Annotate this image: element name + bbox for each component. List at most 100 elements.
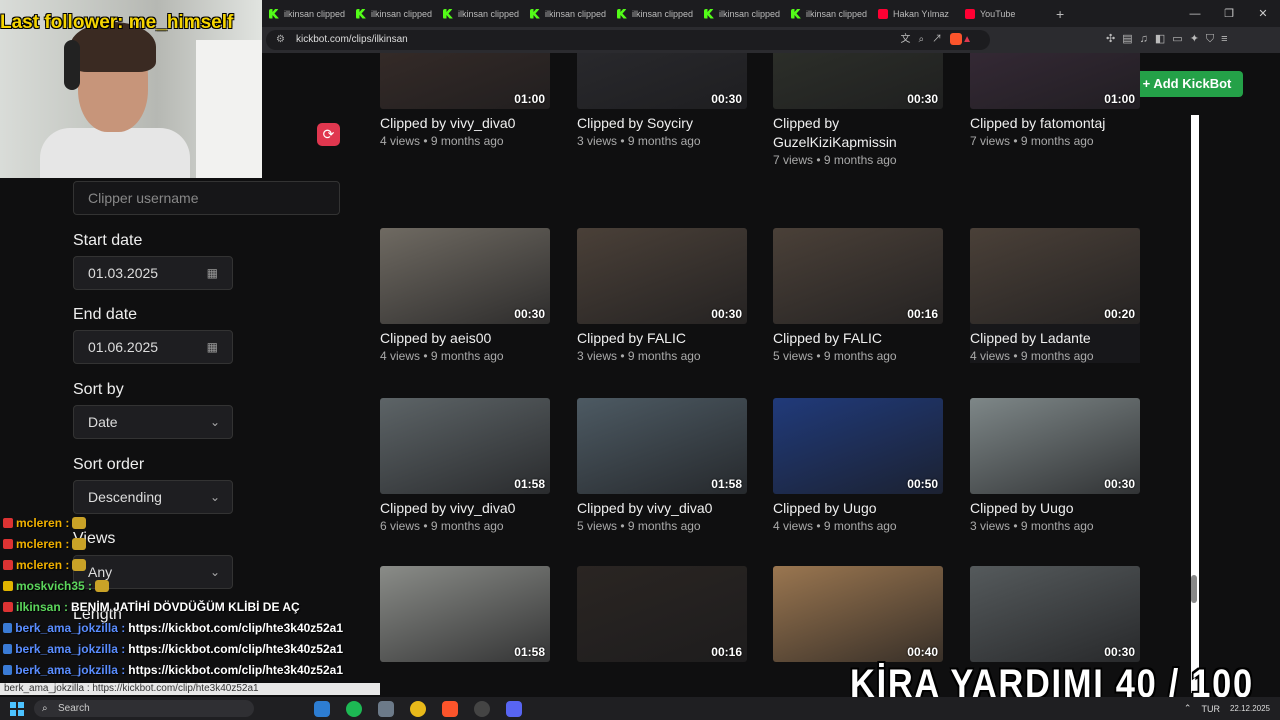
clipper-username-input[interactable]: Clipper username — [73, 181, 340, 215]
clip-thumbnail[interactable]: 00:30 — [577, 53, 747, 109]
clip-card[interactable]: 00:30 Clipped by FALIC 3 views • 9 months … — [577, 228, 747, 363]
browser-tab[interactable]: ilkinsan clipped — [609, 0, 696, 27]
browser-tab[interactable]: ilkinsan clipped — [435, 0, 522, 27]
clip-title[interactable]: Clipped by vivy_diva0 — [380, 499, 550, 518]
clip-card[interactable]: 00:30 Clipped by Uugo 3 views • 9 months a… — [970, 398, 1140, 533]
lang-indicator[interactable]: TUR — [1201, 704, 1220, 714]
clip-thumbnail[interactable]: 00:40 — [773, 566, 943, 662]
start-date-value: 01.03.2025 — [88, 265, 159, 281]
clip-card[interactable]: 00:30 Clipped by Soyciry 3 views • 9 month… — [577, 53, 747, 148]
brave-shields-icon[interactable] — [950, 33, 963, 46]
clip-title[interactable]: Clipped by fatomontaj — [970, 114, 1140, 133]
clip-title[interactable]: Clipped by FALIC — [577, 329, 747, 348]
clip-thumbnail[interactable]: 00:16 — [577, 566, 747, 662]
calendar-icon[interactable]: ▦ — [207, 257, 218, 289]
vpn-icon[interactable]: ⛉ — [1206, 33, 1221, 45]
menu-icon[interactable]: ≡ — [1221, 33, 1234, 45]
add-kickbot-button[interactable]: + Add KickBot — [1131, 71, 1243, 97]
url-field[interactable]: ⚙ kickbot.com/clips/ilkinsan 文⌕↗ ▲ — [266, 30, 990, 50]
clip-title[interactable]: Clipped by Uugo — [970, 499, 1140, 518]
discord-app-icon[interactable] — [506, 700, 522, 717]
reader-icon[interactable]: ▤ — [1122, 33, 1139, 45]
clip-thumbnail[interactable]: 01:00 — [380, 53, 550, 109]
browser-tab[interactable]: ilkinsan clipped — [522, 0, 609, 27]
clip-thumbnail[interactable]: 01:58 — [380, 566, 550, 662]
clip-title[interactable]: Clipped by FALIC — [773, 329, 943, 348]
minimize-button[interactable]: — — [1178, 8, 1212, 20]
browser-tab[interactable]: ilkinsan clipped — [783, 0, 870, 27]
clip-card[interactable]: 00:30 Clipped by GuzelKiziKapmissin 7 view… — [773, 53, 943, 167]
clip-thumbnail[interactable]: 00:30 — [577, 228, 747, 324]
browser-tab[interactable]: Hakan Yılmaz — [870, 0, 957, 27]
clip-card[interactable]: 00:30 Clipped by aeis00 4 views • 9 months… — [380, 228, 550, 363]
clip-meta: 4 views • 9 months ago — [380, 349, 504, 363]
clip-card[interactable]: 00:16 Clipped by FALIC 5 views • 9 months … — [773, 228, 943, 363]
clip-card[interactable]: 01:58 Clipped by vivy_diva0 5 views • 9 mo… — [577, 398, 747, 533]
clip-thumbnail[interactable]: 00:50 — [773, 398, 943, 494]
calendar-icon[interactable]: ▦ — [207, 331, 218, 363]
brave-rewards-icon[interactable]: ▲ — [962, 34, 980, 45]
end-date-input[interactable]: 01.06.2025 ▦ — [73, 330, 233, 364]
clip-card[interactable]: 01:00 Clipped by fatomontaj 7 views • 9 mo… — [970, 53, 1140, 148]
clip-title[interactable]: Clipped by aeis00 — [380, 329, 550, 348]
obs-app-icon[interactable] — [474, 700, 490, 717]
site-settings-icon[interactable]: ⚙ — [276, 30, 285, 50]
clip-card[interactable]: 00:40 — [773, 566, 943, 662]
clip-duration: 01:00 — [514, 92, 545, 106]
clip-thumbnail[interactable]: 00:30 — [380, 228, 550, 324]
clip-title[interactable]: Clipped by Ladante — [970, 329, 1140, 348]
clip-card[interactable]: 00:50 Clipped by Uugo 4 views • 9 months a… — [773, 398, 943, 533]
clip-card[interactable]: 01:00 Clipped by vivy_diva0 4 views • 9 mo… — [380, 53, 550, 148]
new-tab-button[interactable]: + — [1056, 6, 1064, 22]
refresh-icon[interactable]: ⟳ — [317, 123, 340, 146]
taskbar-search-input[interactable]: Search — [34, 700, 254, 717]
clip-thumbnail[interactable]: 00:20 — [970, 228, 1140, 324]
sort-by-select[interactable]: Date ⌄ — [73, 405, 233, 439]
clip-card[interactable]: 01:58 — [380, 566, 550, 662]
clip-thumbnail[interactable]: 00:30 — [970, 566, 1140, 662]
sort-order-select[interactable]: Descending ⌄ — [73, 480, 233, 514]
translate-icon[interactable]: 文 — [900, 34, 918, 45]
clip-title[interactable]: Clipped by vivy_diva0 — [380, 114, 550, 133]
maximize-button[interactable]: ❐ — [1212, 7, 1246, 20]
close-window-button[interactable]: ✕ — [1246, 7, 1280, 20]
clip-card[interactable]: 00:16 — [577, 566, 747, 662]
clip-title[interactable]: Clipped by vivy_diva0 — [577, 499, 747, 518]
tab-label: ilkinsan clipped — [458, 8, 520, 19]
browser-tab[interactable]: ilkinsan clipped — [696, 0, 783, 27]
leo-icon[interactable]: ✦ — [1190, 33, 1206, 45]
clip-title[interactable]: Clipped by Uugo — [773, 499, 943, 518]
explorer-app-icon[interactable] — [314, 700, 330, 717]
clip-card[interactable]: 00:20 Clipped by Ladante 4 views • 9 month… — [970, 228, 1140, 363]
chat-message: berk_ama_jokzilla : https://kickbot.com/c… — [3, 638, 343, 659]
sidebar-icon[interactable]: ◧ — [1155, 33, 1172, 45]
scrollbar-thumb[interactable] — [1191, 575, 1197, 603]
clock[interactable]: 22.12.2025 — [1230, 704, 1270, 713]
browser-tab[interactable]: ilkinsan clipped — [261, 0, 348, 27]
clip-thumbnail[interactable]: 00:16 — [773, 228, 943, 324]
page-scrollbar[interactable] — [1191, 115, 1199, 693]
share-icon[interactable]: ↗ — [932, 34, 950, 45]
calculator-app-icon[interactable] — [378, 700, 394, 717]
brave-app-icon[interactable] — [442, 700, 458, 717]
extensions-icon[interactable]: ✣ — [1106, 33, 1122, 45]
clip-title[interactable]: Clipped by GuzelKiziKapmissin — [773, 114, 943, 152]
chrome-app-icon[interactable] — [410, 700, 426, 717]
clip-card[interactable]: 01:58 Clipped by vivy_diva0 6 views • 9 mo… — [380, 398, 550, 533]
clip-thumbnail[interactable]: 00:30 — [773, 53, 943, 109]
clip-thumbnail[interactable]: 00:30 — [970, 398, 1140, 494]
clip-thumbnail[interactable]: 01:00 — [970, 53, 1140, 109]
browser-tab[interactable]: YouTube — [957, 0, 1044, 27]
zoom-icon[interactable]: ⌕ — [918, 34, 932, 45]
start-date-input[interactable]: 01.03.2025 ▦ — [73, 256, 233, 290]
clip-thumbnail[interactable]: 01:58 — [380, 398, 550, 494]
browser-tab[interactable]: ilkinsan clipped — [348, 0, 435, 27]
media-icon[interactable]: ♫ — [1140, 33, 1155, 45]
tray-chevron-icon[interactable]: ⌃ — [1184, 703, 1192, 714]
clip-thumbnail[interactable]: 01:58 — [577, 398, 747, 494]
clip-card[interactable]: 00:30 — [970, 566, 1140, 662]
spotify-app-icon[interactable] — [346, 700, 362, 717]
clip-title[interactable]: Clipped by Soyciry — [577, 114, 747, 133]
windows-start-icon[interactable] — [10, 701, 24, 716]
wallet-icon[interactable]: ▭ — [1172, 33, 1189, 45]
